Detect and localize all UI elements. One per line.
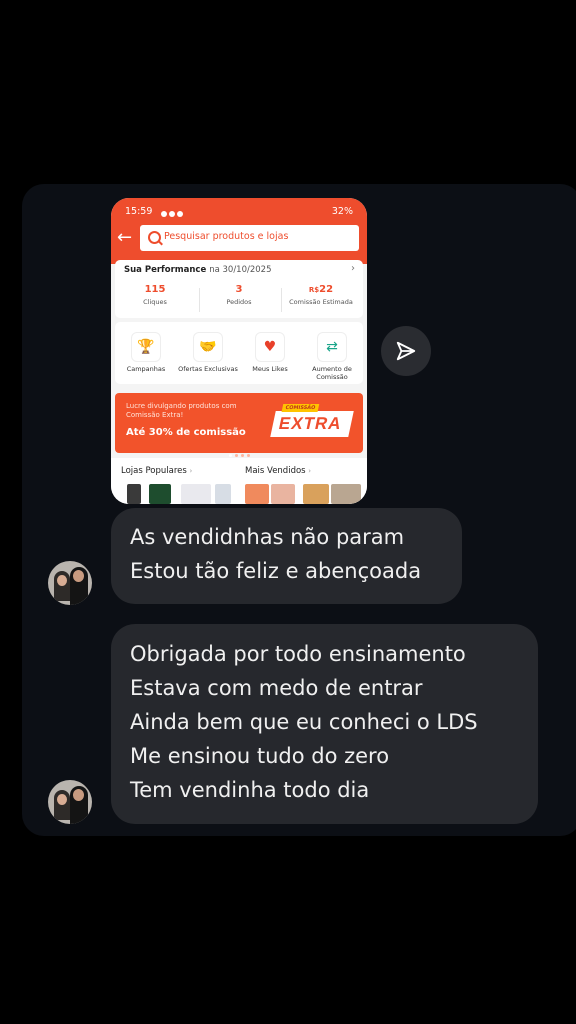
performance-title: Sua Performance na 30/10/2025 <box>124 265 272 275</box>
chevron-right-icon: › <box>351 263 355 274</box>
bottom-sections: Lojas Populares › Mais Vendidos › <box>111 458 367 504</box>
handshake-icon: 🤝 <box>193 332 223 362</box>
send-icon <box>396 341 416 361</box>
product-thumb <box>331 484 361 504</box>
category-exclusive-offers: 🤝 Ofertas Exclusivas <box>177 332 239 373</box>
category-commission-increase: ⇄ Aumento de Comissão <box>301 332 363 381</box>
category-campaigns: 🏆 Campanhas <box>115 332 177 373</box>
avatar[interactable] <box>48 780 92 824</box>
search-placeholder: Pesquisar produtos e lojas <box>164 231 289 242</box>
status-bar: 15:59 32% <box>125 205 353 219</box>
trophy-icon: 🏆 <box>131 332 161 362</box>
category-row: 🏆 Campanhas 🤝 Ofertas Exclusivas ♥ Meus … <box>115 322 363 384</box>
shared-screenshot[interactable]: 15:59 32% ← Pesquisar produtos e lojas S… <box>111 198 367 504</box>
message-line: Me ensinou tudo do zero <box>130 744 390 768</box>
share-button[interactable] <box>381 326 431 376</box>
metric-orders: 3 Pedidos <box>226 284 252 306</box>
extra-badge: COMISSÃO EXTRA <box>270 404 354 437</box>
banner-text: Lucre divulgando produtos com Comissão E… <box>126 402 237 419</box>
product-thumb <box>245 484 269 504</box>
status-time: 15:59 <box>125 206 153 217</box>
message-line: Estou tão feliz e abençoada <box>130 559 422 583</box>
message-bubble[interactable]: Obrigada por todo ensinamento Estava com… <box>111 624 538 824</box>
heart-icon: ♥ <box>255 332 285 362</box>
message-line: Ainda bem que eu conheci o LDS <box>130 710 478 734</box>
product-thumb <box>127 484 141 504</box>
message-line: Obrigada por todo ensinamento <box>130 642 466 666</box>
metric-commission: R$22 Comissão Estimada <box>289 284 353 306</box>
product-thumb <box>215 484 231 504</box>
money-exchange-icon: ⇄ <box>317 332 347 362</box>
category-my-likes: ♥ Meus Likes <box>239 332 301 373</box>
search-icon <box>148 231 161 244</box>
banner-headline: Até 30% de comissão <box>126 427 246 438</box>
message-line: Estava com medo de entrar <box>130 676 423 700</box>
performance-date: na 30/10/2025 <box>209 265 272 275</box>
popular-stores-heading: Lojas Populares › <box>121 466 193 476</box>
notification-icons <box>161 208 189 217</box>
product-thumb <box>303 484 329 504</box>
message-line: As vendidnhas não param <box>130 525 405 549</box>
battery-level: 32% <box>331 206 353 217</box>
metric-clicks: 115 Cliques <box>143 284 167 306</box>
message-bubble[interactable]: As vendidnhas não param Estou tão feliz … <box>111 508 462 604</box>
best-sellers-heading: Mais Vendidos › <box>245 466 312 476</box>
app-header: 15:59 32% ← Pesquisar produtos e lojas <box>111 198 367 264</box>
search-input: Pesquisar produtos e lojas <box>140 225 359 251</box>
performance-card: Sua Performance na 30/10/2025 › 115 Cliq… <box>115 260 363 318</box>
back-arrow-icon: ← <box>117 227 133 248</box>
avatar[interactable] <box>48 561 92 605</box>
message-line: Tem vendinha todo dia <box>130 778 370 802</box>
product-thumb <box>181 484 211 504</box>
product-thumb <box>149 484 171 504</box>
product-thumb <box>271 484 295 504</box>
